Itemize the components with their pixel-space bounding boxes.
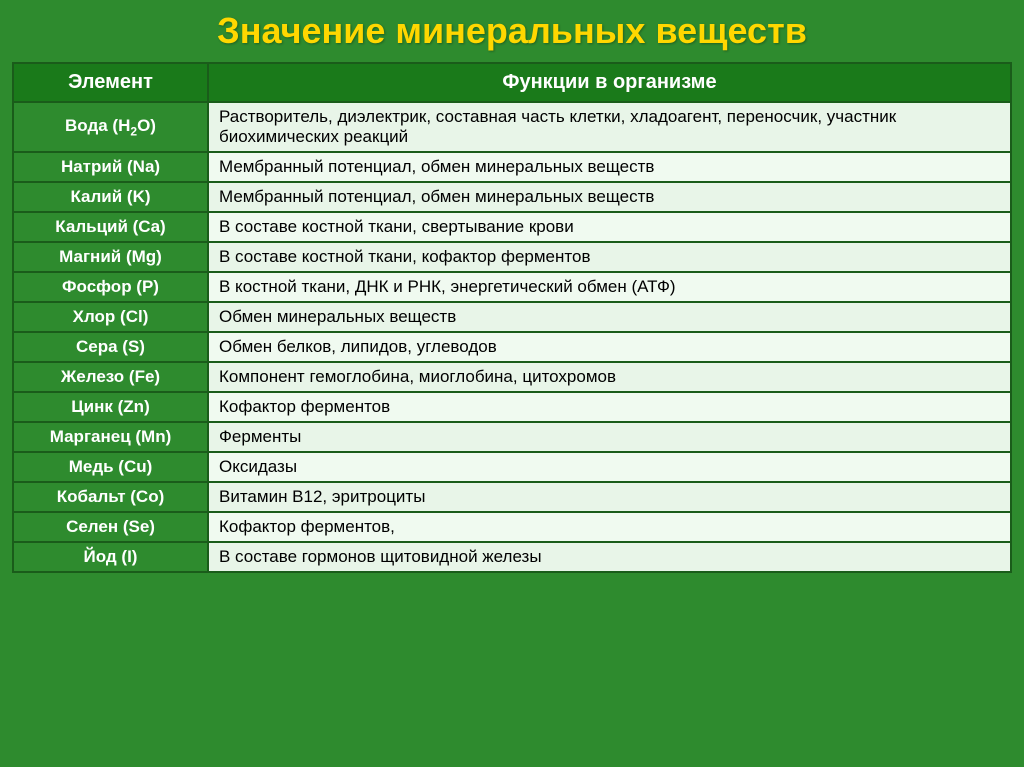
table-row: Калий (K)Мембранный потенциал, обмен мин… xyxy=(13,182,1011,212)
function-cell: В составе костной ткани, свертывание кро… xyxy=(208,212,1011,242)
element-cell: Кальций (Ca) xyxy=(13,212,208,242)
element-cell: Железо (Fe) xyxy=(13,362,208,392)
table-row: Фосфор (P)В костной ткани, ДНК и РНК, эн… xyxy=(13,272,1011,302)
function-cell: Кофактор ферментов xyxy=(208,392,1011,422)
table-row: Селен (Se)Кофактор ферментов, xyxy=(13,512,1011,542)
function-cell: Растворитель, диэлектрик, составная част… xyxy=(208,102,1011,152)
table-row: Сера (S)Обмен белков, липидов, углеводов xyxy=(13,332,1011,362)
page-container: Значение минеральных веществ Элемент Фун… xyxy=(0,0,1024,767)
function-cell: Обмен минеральных веществ xyxy=(208,302,1011,332)
element-cell: Магний (Mg) xyxy=(13,242,208,272)
element-cell: Фосфор (P) xyxy=(13,272,208,302)
function-cell: В костной ткани, ДНК и РНК, энергетическ… xyxy=(208,272,1011,302)
element-cell: Селен (Se) xyxy=(13,512,208,542)
function-cell: Мембранный потенциал, обмен минеральных … xyxy=(208,152,1011,182)
function-cell: В составе гормонов щитовидной железы xyxy=(208,542,1011,572)
element-cell: Йод (I) xyxy=(13,542,208,572)
element-cell: Вода (H2O) xyxy=(13,102,208,152)
function-cell: В составе костной ткани, кофактор фермен… xyxy=(208,242,1011,272)
function-cell: Витамин В12, эритроциты xyxy=(208,482,1011,512)
table-row: Кобальт (Co)Витамин В12, эритроциты xyxy=(13,482,1011,512)
element-cell: Медь (Cu) xyxy=(13,452,208,482)
function-cell: Обмен белков, липидов, углеводов xyxy=(208,332,1011,362)
function-cell: Оксидазы xyxy=(208,452,1011,482)
function-cell: Мембранный потенциал, обмен минеральных … xyxy=(208,182,1011,212)
table-row: Хлор (Cl)Обмен минеральных веществ xyxy=(13,302,1011,332)
col2-header: Функции в организме xyxy=(208,63,1011,102)
table-row: Цинк (Zn)Кофактор ферментов xyxy=(13,392,1011,422)
minerals-table: Элемент Функции в организме Вода (H2O)Ра… xyxy=(12,62,1012,573)
table-row: Магний (Mg)В составе костной ткани, кофа… xyxy=(13,242,1011,272)
element-cell: Марганец (Mn) xyxy=(13,422,208,452)
page-title: Значение минеральных веществ xyxy=(217,10,807,52)
table-row: Марганец (Mn)Ферменты xyxy=(13,422,1011,452)
function-cell: Компонент гемоглобина, миоглобина, цитох… xyxy=(208,362,1011,392)
element-cell: Сера (S) xyxy=(13,332,208,362)
table-row: Вода (H2O)Растворитель, диэлектрик, сост… xyxy=(13,102,1011,152)
table-row: Йод (I)В составе гормонов щитовидной жел… xyxy=(13,542,1011,572)
table-row: Железо (Fe)Компонент гемоглобина, миогло… xyxy=(13,362,1011,392)
element-cell: Цинк (Zn) xyxy=(13,392,208,422)
function-cell: Кофактор ферментов, xyxy=(208,512,1011,542)
table-row: Кальций (Ca)В составе костной ткани, све… xyxy=(13,212,1011,242)
element-cell: Кобальт (Co) xyxy=(13,482,208,512)
element-cell: Натрий (Na) xyxy=(13,152,208,182)
col1-header: Элемент xyxy=(13,63,208,102)
function-cell: Ферменты xyxy=(208,422,1011,452)
element-cell: Калий (K) xyxy=(13,182,208,212)
table-row: Натрий (Na)Мембранный потенциал, обмен м… xyxy=(13,152,1011,182)
element-cell: Хлор (Cl) xyxy=(13,302,208,332)
table-row: Медь (Cu)Оксидазы xyxy=(13,452,1011,482)
